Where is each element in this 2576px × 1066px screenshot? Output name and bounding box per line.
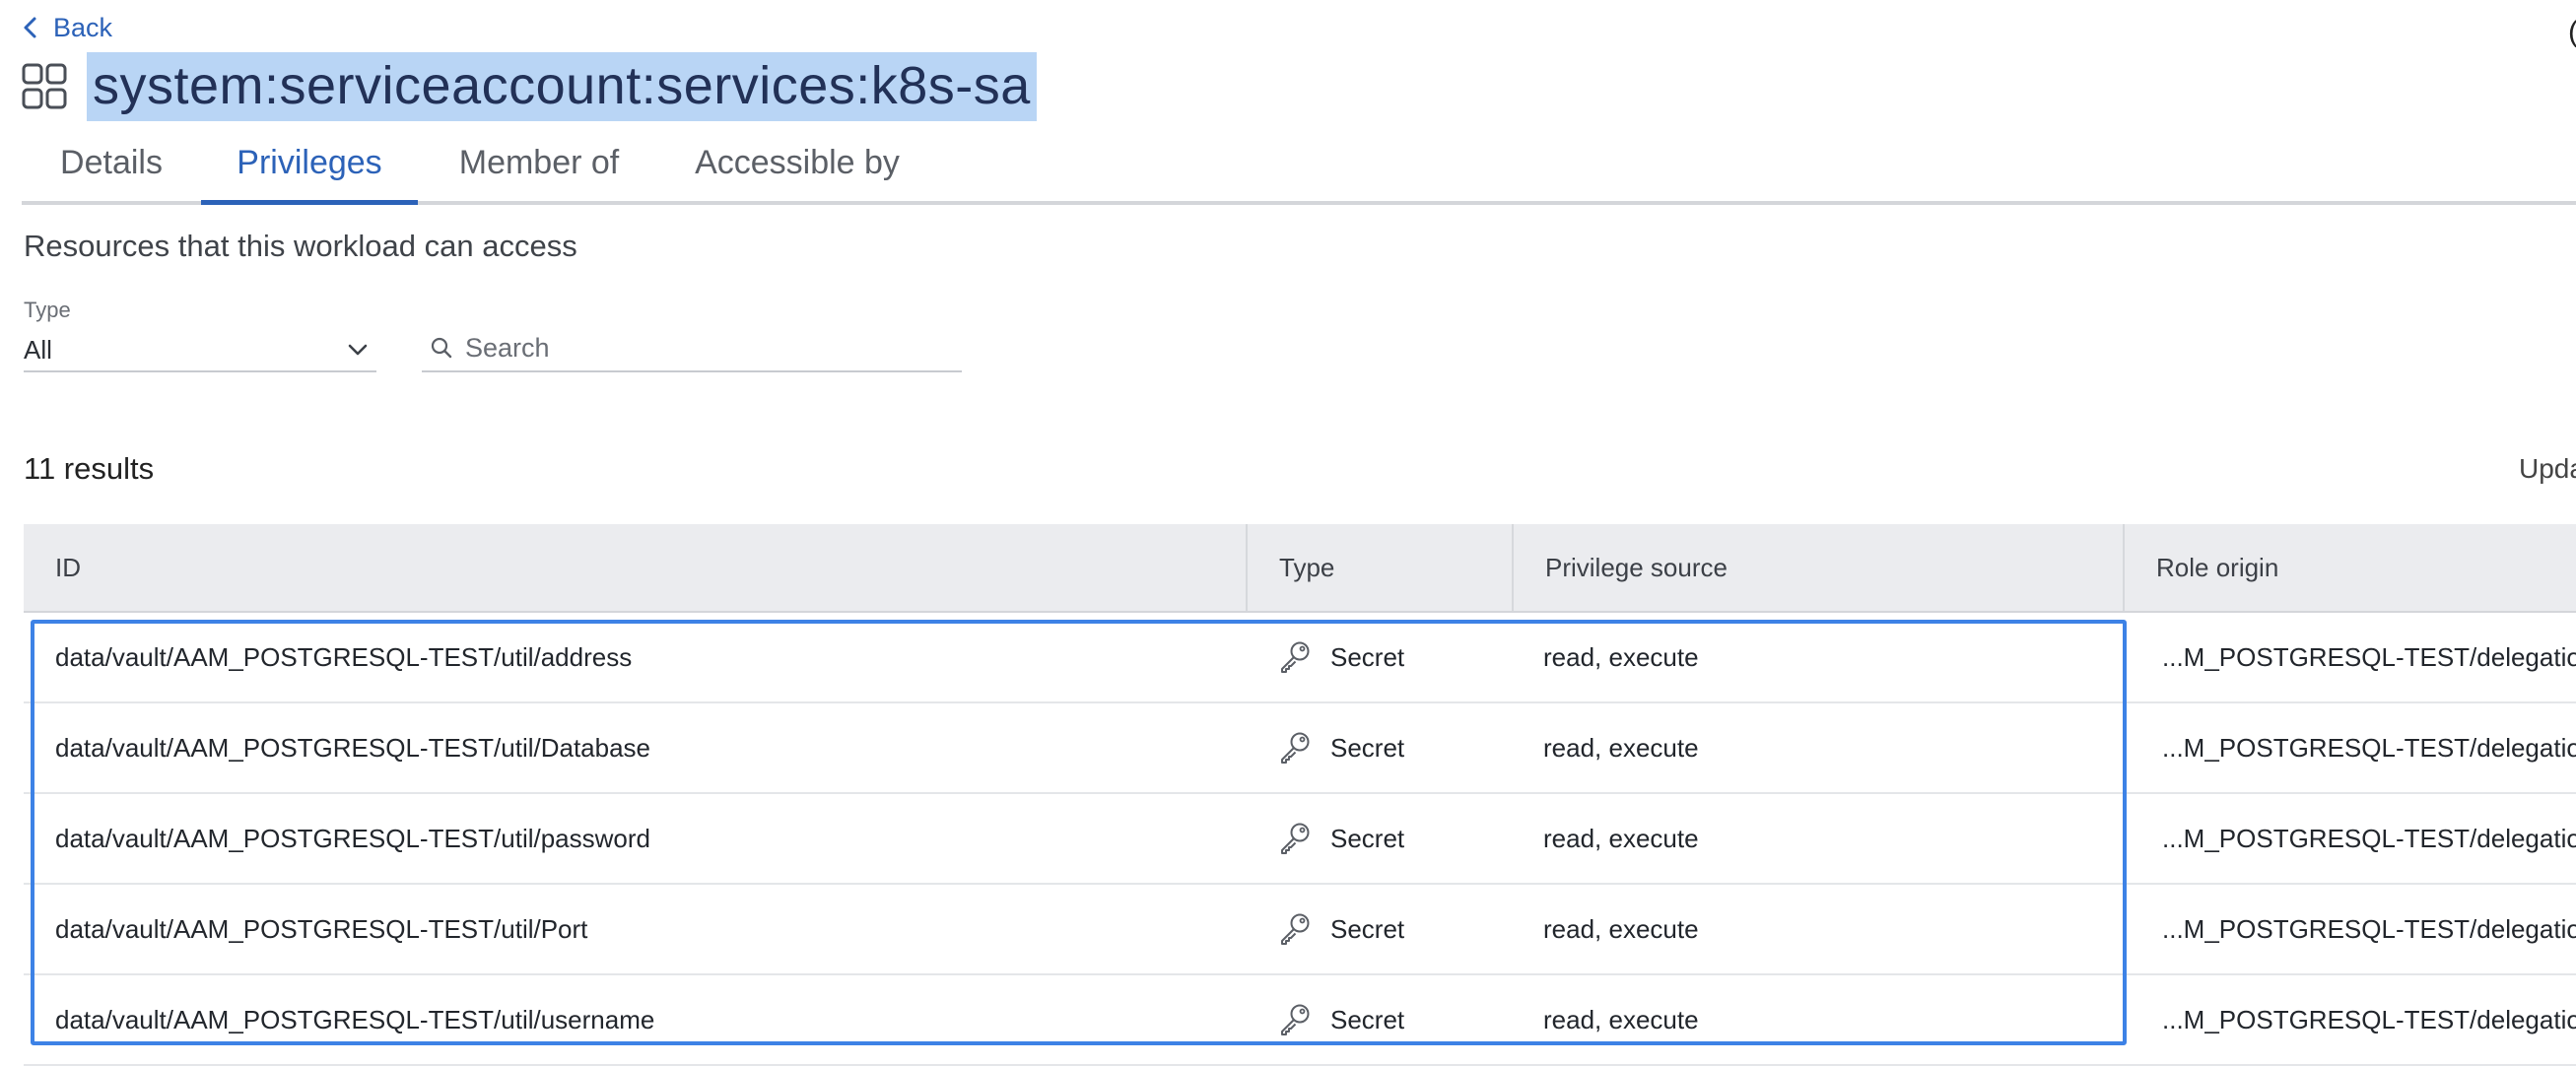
tab-accessible-by[interactable]: Accessible by: [692, 128, 903, 201]
page-header: system:serviceaccount:services:k8s-sa: [22, 49, 1037, 124]
cell-type: Secret: [1277, 794, 1504, 883]
cell-role-origin: ...M_POSTGRESQL-TEST/delegation/c: [2162, 733, 2576, 763]
key-icon: [1281, 1004, 1310, 1035]
column-header-type[interactable]: Type: [1246, 524, 1512, 611]
cell-type: Secret: [1277, 703, 1504, 792]
corner-glyph: (: [2568, 16, 2576, 49]
table-row[interactable]: data/vault/AAM_POSTGRESQL-TEST/util/Port…: [24, 885, 2576, 975]
type-label: Secret: [1330, 1005, 1405, 1034]
cell-privilege-source: read, execute: [1543, 733, 1699, 763]
back-label: Back: [53, 12, 113, 42]
key-icon: [1281, 732, 1310, 764]
search-input[interactable]: [463, 331, 940, 365]
page-title: system:serviceaccount:services:k8s-sa: [87, 52, 1037, 121]
cell-type: Secret: [1277, 613, 1504, 701]
tab-privileges[interactable]: Privileges: [201, 128, 418, 205]
column-header-id[interactable]: ID: [24, 524, 1246, 611]
cell-role-origin: ...M_POSTGRESQL-TEST/delegation/c: [2162, 914, 2576, 944]
privileges-table: ID Type Privilege source Role origin dat…: [24, 524, 2576, 1066]
type-label: Secret: [1330, 914, 1405, 944]
table-body: data/vault/AAM_POSTGRESQL-TEST/util/addr…: [24, 613, 2576, 1066]
cell-id: data/vault/AAM_POSTGRESQL-TEST/util/pass…: [55, 824, 650, 853]
cell-role-origin: ...M_POSTGRESQL-TEST/delegation/c: [2162, 824, 2576, 853]
grid-apps-icon: [22, 63, 67, 109]
cell-type: Secret: [1277, 975, 1504, 1064]
type-filter-value: All: [24, 334, 52, 365]
table-row[interactable]: data/vault/AAM_POSTGRESQL-TEST/util/Data…: [24, 703, 2576, 794]
type-label: Secret: [1330, 642, 1405, 672]
chevron-down-icon: [348, 344, 368, 356]
table-row[interactable]: data/vault/AAM_POSTGRESQL-TEST/util/user…: [24, 975, 2576, 1066]
cell-privilege-source: read, execute: [1543, 642, 1699, 672]
back-link[interactable]: Back: [22, 8, 112, 47]
type-label: Secret: [1330, 733, 1405, 763]
cell-privilege-source: read, execute: [1543, 824, 1699, 853]
key-icon: [1281, 913, 1310, 945]
type-filter-select[interactable]: All: [24, 329, 376, 372]
cell-privilege-source: read, execute: [1543, 914, 1699, 944]
cell-id: data/vault/AAM_POSTGRESQL-TEST/util/Data…: [55, 733, 651, 763]
tab-member-of[interactable]: Member of: [451, 128, 627, 201]
cell-role-origin: ...M_POSTGRESQL-TEST/delegation/c: [2162, 1005, 2576, 1034]
column-header-role-origin[interactable]: Role origin: [2123, 524, 2576, 611]
tab-bar: Details Privileges Member of Accessible …: [22, 128, 2576, 205]
key-icon: [1281, 641, 1310, 673]
table-row[interactable]: data/vault/AAM_POSTGRESQL-TEST/util/addr…: [24, 613, 2576, 703]
cell-privilege-source: read, execute: [1543, 1005, 1699, 1034]
table-header: ID Type Privilege source Role origin: [24, 524, 2576, 613]
type-filter-label: Type: [24, 298, 71, 322]
chevron-left-icon: [24, 17, 36, 38]
results-count: 11 results: [24, 451, 155, 486]
cell-type: Secret: [1277, 885, 1504, 973]
search-field: [422, 325, 962, 372]
cell-id: data/vault/AAM_POSTGRESQL-TEST/util/addr…: [55, 642, 633, 672]
search-icon: [431, 337, 452, 359]
cell-id: data/vault/AAM_POSTGRESQL-TEST/util/Port: [55, 914, 588, 944]
column-header-privilege-source[interactable]: Privilege source: [1512, 524, 2123, 611]
type-label: Secret: [1330, 824, 1405, 853]
table-row[interactable]: data/vault/AAM_POSTGRESQL-TEST/util/pass…: [24, 794, 2576, 885]
tab-details[interactable]: Details: [57, 128, 166, 201]
key-icon: [1281, 823, 1310, 854]
updated-label: Upda: [2519, 453, 2576, 484]
cell-role-origin: ...M_POSTGRESQL-TEST/delegation/c: [2162, 642, 2576, 672]
section-subtitle: Resources that this workload can access: [24, 229, 577, 263]
cell-id: data/vault/AAM_POSTGRESQL-TEST/util/user…: [55, 1005, 655, 1034]
